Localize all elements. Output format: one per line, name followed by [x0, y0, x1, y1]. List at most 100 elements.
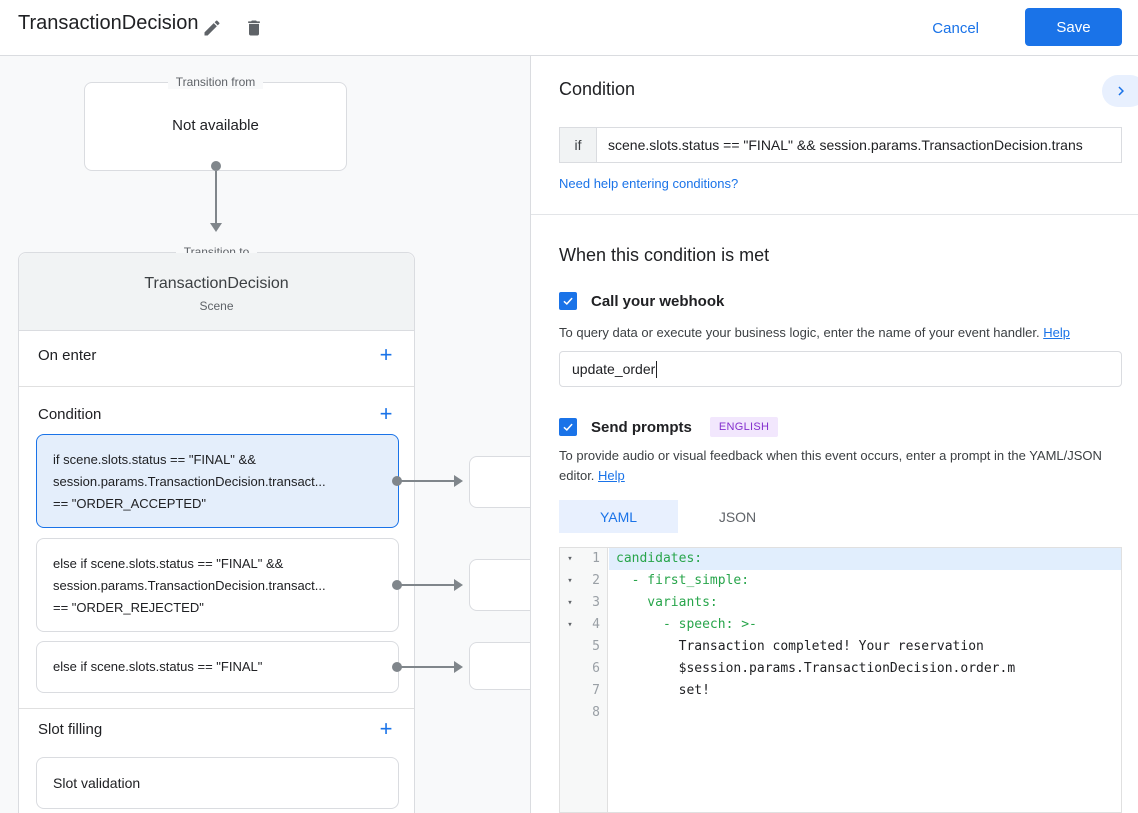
if-label: if	[559, 127, 596, 163]
transition-from-legend: Transition from	[85, 75, 346, 89]
line-number: 2	[592, 573, 600, 588]
editor-code-area: candidates: - first_simple: variants: - …	[609, 548, 1121, 812]
tab-yaml[interactable]: YAML	[559, 500, 678, 533]
condition-expression-row: if scene.slots.status == "FINAL" && sess…	[559, 127, 1122, 163]
connector-dot	[211, 161, 221, 171]
fold-arrow-icon[interactable]: ▾	[563, 548, 577, 570]
webhook-description: To query data or execute your business l…	[559, 323, 1120, 343]
code-line: - first_simple:	[616, 573, 750, 588]
call-webhook-label: Call your webhook	[591, 292, 725, 310]
prompts-help-link[interactable]: Help	[598, 468, 625, 483]
divider	[531, 214, 1138, 215]
transition-target-box[interactable]	[469, 456, 530, 508]
webhook-help-link[interactable]: Help	[1043, 325, 1070, 340]
transition-from-content: Not available	[172, 117, 259, 134]
call-webhook-checkbox[interactable]	[559, 292, 577, 310]
code-line: variants:	[616, 595, 718, 610]
send-prompts-checkbox[interactable]	[559, 418, 577, 436]
collapse-panel-button[interactable]	[1102, 75, 1138, 107]
checkmark-icon	[563, 297, 573, 305]
code-line: $session.params.TransactionDecision.orde…	[616, 661, 1016, 676]
send-prompts-row: Send prompts ENGLISH	[559, 417, 779, 437]
line-number: 8	[592, 705, 600, 720]
condition-card-order-rejected[interactable]: else if scene.slots.status == "FINAL" &&…	[36, 538, 399, 632]
section-label-slot-filling: Slot filling	[38, 721, 103, 738]
condition-card-final[interactable]: else if scene.slots.status == "FINAL"	[36, 641, 399, 693]
condition-text: if scene.slots.status == "FINAL" &&	[53, 452, 256, 467]
connector-line	[400, 666, 454, 668]
connector-arrowhead-icon	[210, 223, 222, 232]
connector-arrowhead-icon	[454, 661, 463, 673]
line-number: 4	[592, 617, 600, 632]
add-on-enter-button[interactable]: +	[372, 341, 400, 369]
send-prompts-label: Send prompts	[591, 418, 692, 436]
condition-card-order-accepted[interactable]: if scene.slots.status == "FINAL" && sess…	[36, 434, 399, 528]
slot-validation-card[interactable]: Slot validation	[36, 757, 399, 809]
scene-diagram-canvas: Transition from Not available Transition…	[0, 56, 530, 813]
line-number: 3	[592, 595, 600, 610]
scene-node-title: TransactionDecision	[144, 275, 289, 292]
condition-text: else if scene.slots.status == "FINAL"	[53, 659, 263, 674]
line-number: 7	[592, 683, 600, 698]
connector-line	[400, 584, 454, 586]
condition-text: == "ORDER_REJECTED"	[53, 600, 204, 615]
code-line: - speech: >-	[616, 617, 757, 632]
webhook-description-text: To query data or execute your business l…	[559, 325, 1040, 340]
scene-node: Transition to TransactionDecision Scene …	[18, 245, 415, 813]
code-line: candidates:	[609, 548, 1121, 570]
edit-icon[interactable]	[196, 12, 228, 44]
editor-tabs: YAML JSON	[559, 500, 797, 533]
condition-text: session.params.TransactionDecision.trans…	[53, 578, 326, 593]
when-met-heading: When this condition is met	[559, 245, 770, 265]
transition-from-node: Transition from Not available	[84, 75, 347, 171]
fold-arrow-icon[interactable]: ▾	[563, 614, 577, 636]
scene-node-subtitle: Scene	[199, 299, 234, 313]
add-slot-filling-button[interactable]: +	[372, 715, 400, 743]
tab-json[interactable]: JSON	[678, 500, 797, 533]
call-webhook-row: Call your webhook	[559, 292, 724, 310]
condition-text: session.params.TransactionDecision.trans…	[53, 474, 326, 489]
slot-validation-label: Slot validation	[53, 775, 141, 791]
transition-target-box[interactable]	[469, 642, 530, 690]
line-number: 6	[592, 661, 600, 676]
save-button[interactable]: Save	[1025, 8, 1122, 46]
condition-text: == "ORDER_ACCEPTED"	[53, 496, 206, 511]
panel-title: Condition	[559, 79, 636, 99]
fold-arrow-icon[interactable]: ▾	[563, 570, 577, 592]
checkmark-icon	[563, 423, 573, 431]
page-title: TransactionDecision	[18, 12, 199, 34]
connector-line	[215, 171, 217, 223]
prompts-description: To provide audio or visual feedback when…	[559, 446, 1120, 486]
condition-expression-input[interactable]: scene.slots.status == "FINAL" && session…	[596, 127, 1122, 163]
condition-text: else if scene.slots.status == "FINAL" &&	[53, 556, 284, 571]
event-handler-value: update_order	[572, 361, 656, 377]
code-line: Transaction completed! Your reservation	[616, 639, 984, 654]
cancel-button[interactable]: Cancel	[916, 10, 995, 46]
prompts-description-text: To provide audio or visual feedback when…	[559, 448, 1102, 483]
condition-help-link[interactable]: Need help entering conditions?	[559, 176, 738, 191]
connector-arrowhead-icon	[454, 579, 463, 591]
language-badge: ENGLISH	[709, 417, 779, 437]
condition-detail-panel: Condition if scene.slots.status == "FINA…	[530, 56, 1138, 813]
divider	[19, 708, 414, 709]
section-label-on-enter: On enter	[38, 347, 97, 364]
scene-node-header: TransactionDecision Scene	[19, 253, 414, 331]
line-number: 1	[592, 551, 600, 566]
code-line: set!	[616, 683, 710, 698]
delete-icon[interactable]	[238, 12, 270, 44]
transition-target-box[interactable]	[469, 559, 530, 611]
divider	[19, 386, 414, 387]
line-number: 5	[592, 639, 600, 654]
yaml-editor[interactable]: ▾ 1 ▾ 2 ▾ 3 ▾ 4 5 6 7 8 candidates: - first_…	[559, 547, 1122, 813]
add-condition-button[interactable]: +	[372, 400, 400, 428]
fold-arrow-icon[interactable]: ▾	[563, 592, 577, 614]
connector-line	[400, 480, 454, 482]
chevron-right-icon	[1118, 86, 1124, 96]
text-cursor	[656, 360, 658, 378]
editor-gutter: ▾ 1 ▾ 2 ▾ 3 ▾ 4 5 6 7 8	[560, 548, 608, 812]
section-label-condition: Condition	[38, 406, 102, 423]
top-bar: TransactionDecision Cancel Save	[0, 0, 1138, 56]
event-handler-input[interactable]: update_order	[559, 351, 1122, 387]
connector-arrowhead-icon	[454, 475, 463, 487]
